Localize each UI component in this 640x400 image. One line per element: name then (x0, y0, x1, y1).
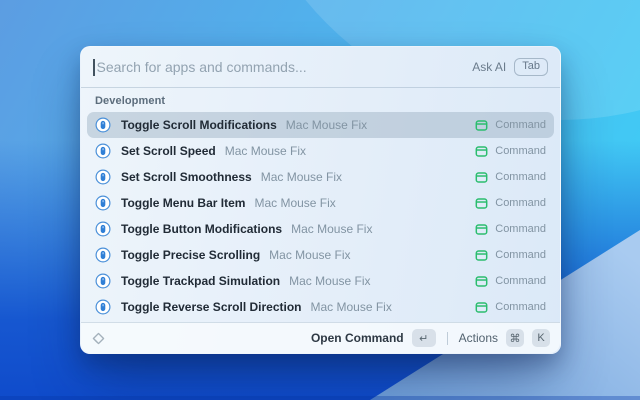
command-title: Set Scroll Smoothness (121, 170, 252, 184)
command-row[interactable]: Toggle Menu Bar Item Mac Mouse Fix Comma… (87, 190, 554, 216)
command-row[interactable]: Toggle Precise Scrolling Mac Mouse Fix C… (87, 242, 554, 268)
command-app-name: Mac Mouse Fix (225, 144, 306, 158)
cmd-key-badge[interactable]: ⌘ (506, 329, 524, 347)
launcher-window: Ask AI Tab Development Toggle Scroll Mod… (80, 46, 561, 354)
results-list: Development Toggle Scroll Modifications … (81, 88, 560, 322)
command-type-icon (475, 249, 488, 262)
command-type-label: Command (495, 223, 546, 235)
search-bar: Ask AI Tab (81, 47, 560, 87)
command-type-label: Command (495, 301, 546, 313)
command-type-label: Command (495, 197, 546, 209)
command-app-name: Mac Mouse Fix (261, 170, 342, 184)
command-type-label: Command (495, 275, 546, 287)
command-title: Toggle Menu Bar Item (121, 196, 245, 210)
mac-mouse-fix-app-icon (95, 299, 111, 315)
command-type-icon (475, 275, 488, 288)
command-type-label: Command (495, 119, 546, 131)
command-title: Toggle Reverse Scroll Direction (121, 300, 302, 314)
command-type-icon (475, 197, 488, 210)
command-type-icon (475, 223, 488, 236)
command-type-icon (475, 119, 488, 132)
footer-divider (447, 332, 448, 345)
tab-key-badge[interactable]: Tab (514, 58, 548, 76)
enter-key-badge[interactable]: ↵ (412, 329, 436, 347)
footer-bar: Open Command ↵ Actions ⌘ K (81, 322, 560, 353)
command-title: Set Scroll Speed (121, 144, 216, 158)
command-row[interactable]: Toggle Trackpad Simulation Mac Mouse Fix… (87, 268, 554, 294)
command-title: Toggle Trackpad Simulation (121, 274, 280, 288)
mac-mouse-fix-app-icon (95, 221, 111, 237)
command-title: Toggle Button Modifications (121, 222, 282, 236)
raycast-logo-icon (91, 331, 106, 346)
search-input[interactable] (97, 59, 465, 75)
command-row[interactable]: Set Scroll Smoothness Mac Mouse Fix Comm… (87, 164, 554, 190)
command-rows: Toggle Scroll Modifications Mac Mouse Fi… (87, 112, 554, 320)
command-app-name: Mac Mouse Fix (286, 118, 367, 132)
command-row[interactable]: Toggle Scroll Modifications Mac Mouse Fi… (87, 112, 554, 138)
command-app-name: Mac Mouse Fix (291, 222, 372, 236)
command-type-icon (475, 301, 488, 314)
desktop: Ask AI Tab Development Toggle Scroll Mod… (0, 0, 640, 400)
command-title: Toggle Scroll Modifications (121, 118, 277, 132)
command-app-name: Mac Mouse Fix (269, 248, 350, 262)
command-type-label: Command (495, 171, 546, 183)
text-caret (93, 59, 95, 76)
command-type-label: Command (495, 249, 546, 261)
command-type-icon (475, 171, 488, 184)
command-type-icon (475, 145, 488, 158)
command-row[interactable]: Toggle Reverse Scroll Direction Mac Mous… (87, 294, 554, 320)
command-app-name: Mac Mouse Fix (254, 196, 335, 210)
mac-mouse-fix-app-icon (95, 169, 111, 185)
mac-mouse-fix-app-icon (95, 247, 111, 263)
command-row[interactable]: Toggle Button Modifications Mac Mouse Fi… (87, 216, 554, 242)
mac-mouse-fix-app-icon (95, 117, 111, 133)
command-app-name: Mac Mouse Fix (311, 300, 392, 314)
command-type-label: Command (495, 145, 546, 157)
section-header-development: Development (87, 88, 554, 112)
k-key-badge[interactable]: K (532, 329, 550, 347)
command-row[interactable]: Set Scroll Speed Mac Mouse Fix Command (87, 138, 554, 164)
open-command-button[interactable]: Open Command (311, 331, 404, 345)
command-title: Toggle Precise Scrolling (121, 248, 260, 262)
ask-ai-label: Ask AI (472, 60, 506, 74)
actions-button[interactable]: Actions (459, 331, 498, 345)
mac-mouse-fix-app-icon (95, 273, 111, 289)
command-app-name: Mac Mouse Fix (289, 274, 370, 288)
mac-mouse-fix-app-icon (95, 195, 111, 211)
mac-mouse-fix-app-icon (95, 143, 111, 159)
